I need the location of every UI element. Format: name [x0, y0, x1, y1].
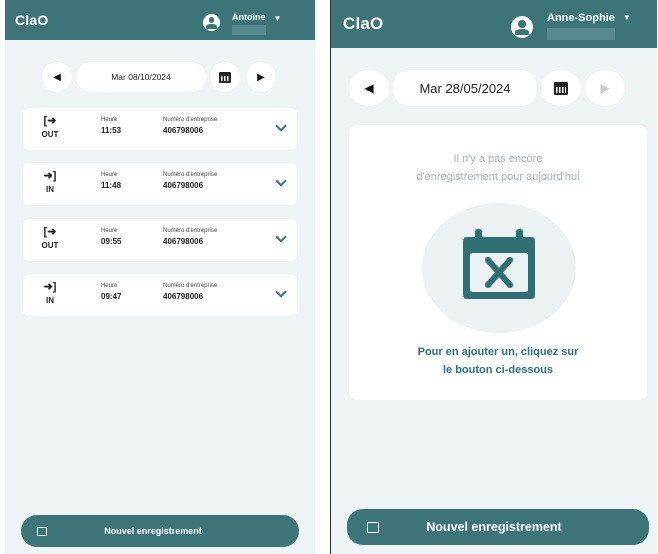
time-label: Heure [101, 283, 118, 289]
calendar-plus-icon [367, 521, 379, 533]
company-field: Numéro d'entreprise 406798006 [163, 228, 217, 246]
entry-card[interactable]: ➜] IN Heure 11:48 Numéro d'entreprise 40… [23, 163, 297, 205]
sign-out-icon: [➜ [43, 226, 57, 238]
sign-out-icon: [➜ [43, 115, 57, 127]
entry-card[interactable]: [➜ OUT Heure 09:55 Numéro d'entreprise 4… [23, 219, 297, 261]
empty-state-card: Il n'y a pas encore d'enregistrement pou… [349, 125, 647, 400]
chevron-down-icon[interactable] [275, 231, 287, 243]
time-value: 11:48 [101, 181, 122, 190]
triangle-left-icon: ◀ [364, 81, 374, 95]
company-value: 406798006 [163, 181, 204, 190]
time-field: Heure 11:53 [101, 117, 121, 135]
time-field: Heure 09:55 [101, 228, 121, 246]
date-display[interactable]: Mar 28/05/2024 [393, 70, 537, 106]
company-field: Numéro d'entreprise 406798006 [163, 283, 217, 301]
user-menu[interactable]: Anne-Sophie ▼ [511, 12, 631, 40]
company-label: Numéro d'entreprise [163, 283, 218, 289]
new-entry-label: Nouvel enregistrement [104, 526, 202, 536]
app-logo: ClaO [343, 14, 384, 33]
add-hint: Pour en ajouter un, cliquez sur le bouto… [349, 343, 647, 379]
screen-right: ClaO Anne-Sophie ▼ ◀ Mar 28/05/2024 ▶ Il… [330, 0, 657, 554]
app-header: ClaO Anne-Sophie ▼ [331, 0, 657, 48]
company-label: Numéro d'entreprise [163, 172, 218, 178]
direction: [➜ OUT [37, 115, 63, 139]
triangle-left-icon: ◀ [53, 71, 61, 83]
direction: [➜ OUT [37, 226, 63, 250]
direction-label: IN [46, 185, 54, 194]
time-field: Heure 09:47 [101, 283, 121, 301]
calendar-plus-icon [37, 526, 47, 536]
previous-day-button[interactable]: ◀ [42, 62, 72, 92]
direction-label: OUT [41, 241, 59, 250]
direction: ➜] IN [37, 170, 63, 194]
entry-card[interactable]: ➜] IN Heure 09:47 Numéro d'entreprise 40… [23, 274, 297, 316]
new-entry-button[interactable]: Nouvel enregistrement [347, 509, 649, 545]
company-value: 406798006 [163, 292, 204, 301]
time-field: Heure 11:48 [101, 172, 121, 190]
screen-left: ClaO Antoine ▼ ◀ Mar 08/10/2024 ▶ [➜ OUT… [5, 0, 315, 554]
chevron-down-icon[interactable] [275, 120, 287, 132]
company-label: Numéro d'entreprise [163, 228, 218, 234]
user-avatar-icon [511, 16, 533, 38]
time-value: 11:53 [101, 126, 122, 135]
caret-down-icon[interactable]: ▼ [274, 14, 282, 23]
sign-in-icon: ➜] [43, 170, 57, 182]
caret-down-icon[interactable]: ▼ [623, 13, 631, 22]
empty-message-line1: Il n'y a pas encore [453, 153, 543, 165]
chevron-down-icon[interactable] [275, 286, 287, 298]
user-name: Anne-Sophie [547, 12, 615, 40]
user-menu[interactable]: Antoine ▼ [203, 12, 282, 35]
company-label: Numéro d'entreprise [163, 117, 218, 123]
company-value: 406798006 [163, 237, 204, 246]
date-display[interactable]: Mar 08/10/2024 [76, 62, 206, 92]
company-value: 406798006 [163, 126, 204, 135]
time-value: 09:55 [101, 237, 122, 246]
time-value: 09:47 [101, 292, 122, 301]
user-name: Antoine [232, 12, 266, 35]
calendar-button[interactable] [210, 62, 240, 92]
new-entry-label: Nouvel enregistrement [426, 520, 562, 534]
user-avatar-icon [203, 14, 220, 31]
date-navigator: ◀ Mar 28/05/2024 ▶ [349, 70, 625, 106]
chevron-down-icon[interactable] [275, 175, 287, 187]
next-day-button[interactable]: ▶ [246, 62, 276, 92]
company-field: Numéro d'entreprise 406798006 [163, 117, 217, 135]
app-header: ClaO Antoine ▼ [5, 0, 315, 40]
calendar-x-icon [463, 229, 535, 299]
triangle-right-icon: ▶ [600, 81, 610, 95]
time-label: Heure [101, 117, 118, 123]
calendar-icon [554, 81, 568, 95]
direction: ➜] IN [37, 281, 63, 305]
direction-label: OUT [41, 130, 59, 139]
calendar-button[interactable] [541, 70, 581, 106]
add-hint-line1: Pour en ajouter un, cliquez sur [417, 346, 579, 358]
new-entry-button[interactable]: Nouvel enregistrement [21, 515, 299, 547]
empty-message: Il n'y a pas encore d'enregistrement pou… [349, 150, 647, 186]
company-field: Numéro d'entreprise 406798006 [163, 172, 217, 190]
next-day-button[interactable]: ▶ [585, 70, 625, 106]
calendar-icon [219, 71, 231, 83]
time-label: Heure [101, 228, 118, 234]
empty-message-line2: d'enregistrement pour aujourd'hui [416, 171, 580, 183]
time-label: Heure [101, 172, 118, 178]
previous-day-button[interactable]: ◀ [349, 70, 389, 106]
date-navigator: ◀ Mar 08/10/2024 ▶ [42, 62, 276, 92]
triangle-right-icon: ▶ [257, 71, 265, 83]
empty-illustration [422, 203, 576, 333]
sign-in-icon: ➜] [43, 281, 57, 293]
app-logo: ClaO [15, 12, 49, 28]
direction-label: IN [46, 296, 54, 305]
entry-card[interactable]: [➜ OUT Heure 11:53 Numéro d'entreprise 4… [23, 108, 297, 150]
add-hint-line2: le bouton ci-dessous [442, 364, 553, 376]
